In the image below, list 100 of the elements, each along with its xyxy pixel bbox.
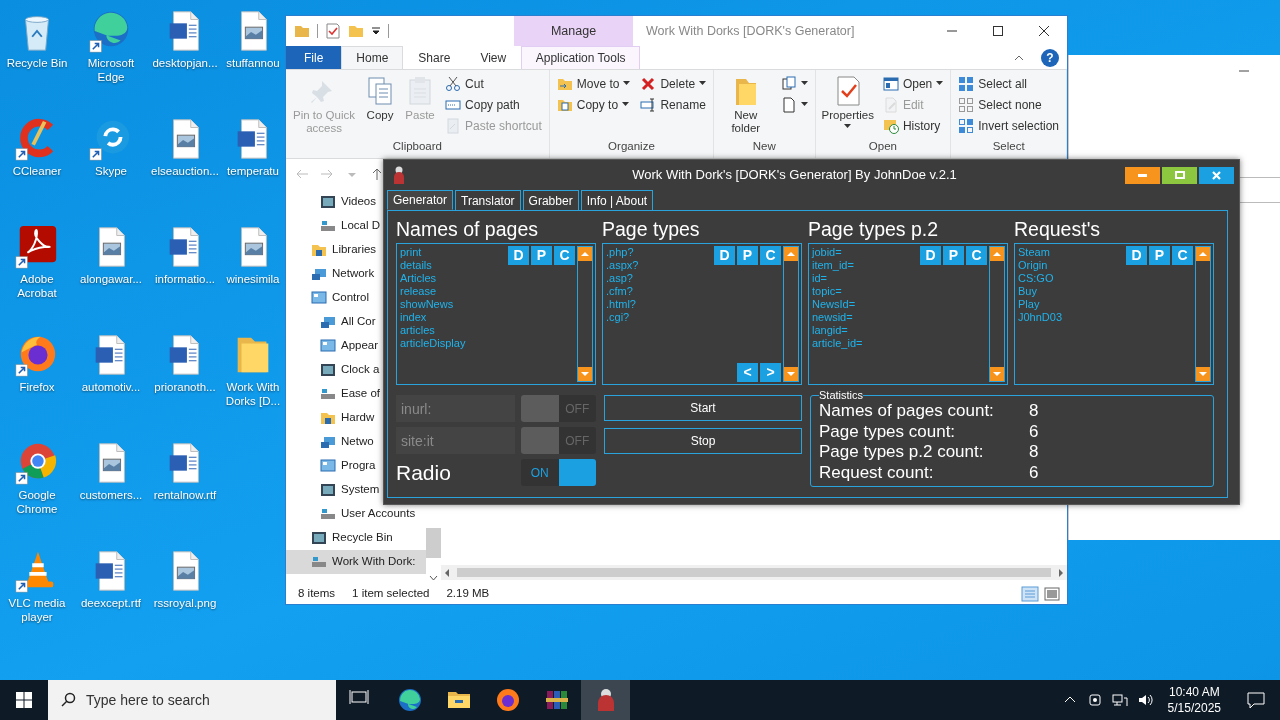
ribbon-tab[interactable]: Home (341, 46, 404, 69)
tree-item[interactable]: User Accounts (286, 502, 416, 526)
desktop-icon-label[interactable]: Adobe Acrobat (1, 272, 73, 301)
desktop-icon-label[interactable]: Firefox (19, 380, 55, 395)
list-item[interactable]: topic= (812, 285, 920, 298)
action-button[interactable]: C (966, 246, 987, 265)
text-field[interactable]: site:it (396, 427, 515, 454)
tree-item[interactable]: Progra (286, 454, 376, 478)
ribbon-button[interactable]: History (879, 115, 947, 136)
list-item[interactable]: showNews (400, 298, 508, 311)
list-item[interactable]: article_id= (812, 337, 920, 350)
list-item[interactable]: J0hnD03 (1018, 311, 1126, 324)
action-button[interactable]: D (508, 246, 529, 265)
list-item[interactable]: .aspx? (606, 259, 714, 272)
desktop-icon-label[interactable]: elseauction... (151, 164, 219, 179)
list-item[interactable]: id= (812, 272, 920, 285)
list-item[interactable]: .cfm? (606, 285, 714, 298)
tab[interactable]: Translator (455, 190, 521, 210)
pager-button[interactable]: < (737, 363, 758, 382)
list-item[interactable]: index (400, 311, 508, 324)
list-item[interactable]: .php? (606, 246, 714, 259)
desktop-icon-label[interactable]: prioranoth... (154, 380, 216, 395)
action-button[interactable]: D (920, 246, 941, 265)
ribbon-button[interactable]: Select none (955, 94, 1062, 115)
ribbon-tab[interactable]: View (465, 46, 522, 69)
desktop-icon-label[interactable]: temperatu (227, 164, 279, 179)
list-item[interactable]: Buy (1018, 285, 1126, 298)
desktop-icon-label[interactable]: rssroyal.png (153, 596, 217, 611)
ribbon-tab[interactable]: Application Tools (521, 46, 641, 69)
list-item[interactable]: newsid= (812, 311, 920, 324)
desktop-icon-label[interactable]: automotiv... (81, 380, 141, 395)
ribbon-button[interactable]: Open (879, 73, 947, 94)
tree-item[interactable]: Work With Dork: (286, 550, 426, 574)
list-item[interactable]: jobid= (812, 246, 920, 259)
ribbon-button[interactable]: Move to (553, 73, 634, 94)
action-button[interactable]: P (1149, 246, 1170, 265)
desktop-icon-label[interactable]: winesimila (226, 272, 280, 287)
list-item[interactable]: Articles (400, 272, 508, 285)
ribbon-button[interactable]: Copy path (442, 94, 545, 115)
ribbon-button[interactable]: Copy (362, 73, 399, 124)
desktop-icon-label[interactable]: Microsoft Edge (75, 56, 147, 85)
tree-item[interactable]: Netwo (286, 430, 374, 454)
tree-item[interactable]: Recycle Bin (286, 526, 393, 550)
ribbon-button[interactable]: New folder (718, 73, 774, 137)
list-item[interactable]: item_id= (812, 259, 920, 272)
action-button[interactable]: C (1172, 246, 1193, 265)
action-button[interactable]: D (1126, 246, 1147, 265)
action-button[interactable]: Stop (604, 428, 802, 454)
desktop-icon-label[interactable]: stuffannou (226, 56, 280, 71)
clock-date[interactable]: 5/15/2025 (1167, 700, 1221, 716)
action-button[interactable]: Start (604, 395, 802, 421)
text-field[interactable]: inurl: (396, 395, 515, 422)
list-item[interactable]: articles (400, 324, 508, 337)
search-field[interactable]: Type here to search (48, 680, 336, 720)
tree-item[interactable]: Hardw (286, 406, 375, 430)
action-button[interactable]: P (531, 246, 552, 265)
desktop-icon-label[interactable]: VLC media player (1, 596, 73, 625)
list-item[interactable]: NewsId= (812, 298, 920, 311)
ribbon-button[interactable]: Properties (819, 73, 876, 131)
desktop-icon-label[interactable]: CCleaner (12, 164, 62, 179)
ribbon-button[interactable]: Copy to (553, 94, 634, 115)
list-item[interactable]: details (400, 259, 508, 272)
list-item[interactable]: .cgi? (606, 311, 714, 324)
tab[interactable]: Grabber (522, 190, 579, 210)
action-button[interactable]: P (737, 246, 758, 265)
tree-item[interactable]: All Cor (286, 310, 376, 334)
ribbon-button[interactable]: Rename (637, 94, 710, 115)
tree-item[interactable]: Control (286, 286, 370, 310)
list-item[interactable]: Play (1018, 298, 1126, 311)
tree-item[interactable]: Ease of (286, 382, 380, 406)
list-item[interactable]: Origin (1018, 259, 1126, 272)
tab[interactable]: Info | About (580, 190, 654, 210)
desktop-icon-label[interactable]: Recycle Bin (6, 56, 68, 71)
list-item[interactable]: CS:GO (1018, 272, 1126, 285)
action-button[interactable]: D (714, 246, 735, 265)
pager-button[interactable]: > (760, 363, 781, 382)
desktop-icon-label[interactable]: rentalnow.rtf (153, 488, 217, 503)
list-item[interactable]: articleDisplay (400, 337, 508, 350)
desktop-icon-label[interactable]: customers... (79, 488, 143, 503)
desktop-icon-label[interactable]: Google Chrome (1, 488, 73, 517)
list-item[interactable]: print (400, 246, 508, 259)
tree-item[interactable]: Local D (286, 214, 380, 238)
desktop-icon-label[interactable]: alongawar... (80, 272, 142, 287)
tree-item[interactable]: Appear (286, 334, 379, 358)
desktop-icon-label[interactable]: informatio... (154, 272, 216, 287)
help-button[interactable]: ? (1041, 48, 1059, 67)
desktop-icon-label[interactable]: Skype (95, 164, 127, 179)
desktop-icon-label[interactable]: desktopjan... (152, 56, 218, 71)
desktop-icon-label[interactable]: Work With Dorks [D... (223, 380, 283, 409)
list-item[interactable]: .asp? (606, 272, 714, 285)
ribbon-tab[interactable]: File (286, 46, 342, 69)
tree-item[interactable]: Libraries (286, 238, 377, 262)
ribbon-button[interactable]: Invert selection (955, 115, 1062, 136)
tree-item[interactable]: Videos (286, 190, 376, 214)
list-item[interactable]: Steam (1018, 246, 1126, 259)
ribbon-button[interactable]: Cut (442, 73, 545, 94)
tree-item[interactable]: Clock a (286, 358, 380, 382)
ribbon-button[interactable]: Select all (955, 73, 1062, 94)
tree-item[interactable]: System (286, 478, 380, 502)
action-button[interactable]: C (554, 246, 575, 265)
